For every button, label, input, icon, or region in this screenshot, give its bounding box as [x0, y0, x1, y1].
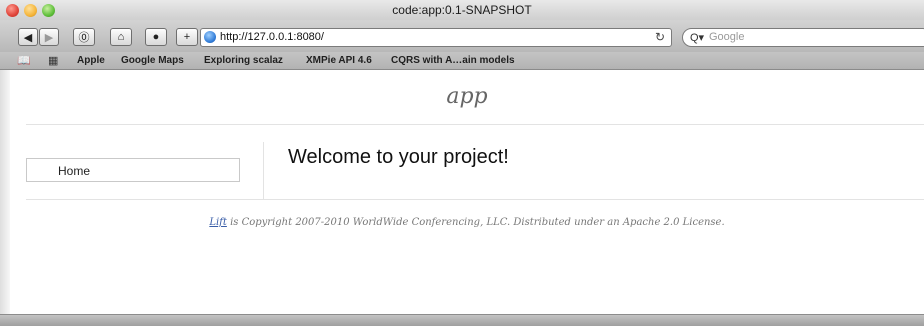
title-bar: code:app:0.1-SNAPSHOT	[0, 0, 924, 20]
stop-icon: ⓪	[78, 32, 90, 44]
grid-icon[interactable]: ▦	[48, 54, 58, 67]
download-icon: ●	[152, 31, 160, 43]
bookmark-item[interactable]: XMPie API 4.6	[306, 55, 372, 66]
stop-button[interactable]: ⓪	[73, 28, 95, 46]
browser-toolbar: ◀ ▶ ⓪ ⌂ ● + http://127.0.0.1:8080/ ↻ Q▾ …	[0, 20, 924, 52]
reload-icon[interactable]: ↻	[655, 30, 665, 44]
search-placeholder: Google	[709, 31, 745, 43]
back-button[interactable]: ◀	[18, 28, 38, 46]
lift-link[interactable]: Lift	[209, 217, 227, 228]
browser-window: code:app:0.1-SNAPSHOT ◀ ▶ ⓪ ⌂ ● + http:/…	[0, 0, 924, 326]
footer-text: is Copyright 2007-2010 WorldWide Confere…	[226, 217, 725, 228]
page-content: app Home Welcome to your project! Lift i…	[10, 70, 924, 314]
page-left-edge	[0, 70, 10, 314]
home-icon: ⌂	[117, 31, 125, 43]
back-arrow-icon: ◀	[23, 31, 33, 44]
footer-divider	[26, 199, 924, 200]
search-icon: Q▾	[690, 32, 705, 44]
bookmark-item[interactable]: Google Maps	[121, 55, 184, 66]
nav-menu: Home	[26, 158, 240, 182]
book-icon[interactable]: 📖	[17, 54, 31, 67]
status-bar	[0, 314, 924, 326]
address-bar[interactable]: http://127.0.0.1:8080/ ↻	[200, 28, 672, 47]
plus-icon: +	[183, 31, 191, 43]
forward-arrow-icon: ▶	[44, 31, 54, 44]
bookmarks-bar: 📖 ▦ Apple Google Maps Exploring scalaz X…	[0, 52, 924, 70]
forward-button[interactable]: ▶	[39, 28, 59, 46]
address-bar-url[interactable]: http://127.0.0.1:8080/	[220, 31, 324, 43]
globe-icon	[204, 31, 216, 43]
download-button[interactable]: ●	[145, 28, 167, 46]
welcome-heading: Welcome to your project!	[288, 146, 509, 168]
column-divider	[263, 142, 264, 200]
search-field[interactable]: Q▾ Google	[682, 28, 924, 47]
menu-item-home[interactable]: Home	[58, 164, 90, 178]
add-bookmark-button[interactable]: +	[176, 28, 198, 46]
home-button[interactable]: ⌂	[110, 28, 132, 46]
app-logo: app	[446, 84, 488, 109]
bookmark-item[interactable]: Exploring scalaz	[204, 55, 283, 66]
window-title: code:app:0.1-SNAPSHOT	[392, 3, 532, 17]
bookmark-item[interactable]: Apple	[77, 55, 105, 66]
header-divider	[26, 124, 924, 125]
footer: Lift is Copyright 2007-2010 WorldWide Co…	[10, 217, 924, 228]
bookmark-item[interactable]: CQRS with A…ain models	[391, 55, 515, 66]
